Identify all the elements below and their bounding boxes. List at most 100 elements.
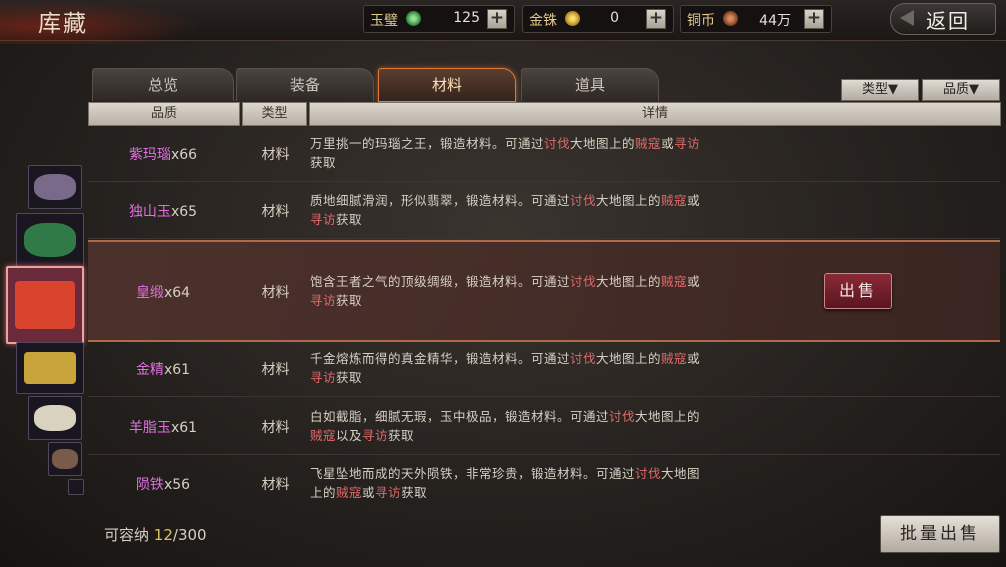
bulk-sell-button[interactable]: 批量出售 <box>880 515 1000 553</box>
material-row[interactable]: 陨铁x56 材料 飞星坠地而成的天外陨铁，非常珍贵，锻造材料。可通过讨伐大地图上的贼… <box>88 455 1000 510</box>
gold-resource: 金铢 0 + <box>522 5 674 33</box>
gold-bar-icon <box>23 352 77 384</box>
material-name-text: 羊脂玉 <box>128 420 171 436</box>
description-link[interactable]: 寻访 <box>310 370 336 385</box>
description-link[interactable]: 贼寇 <box>336 485 362 500</box>
description-link[interactable]: 讨伐 <box>544 136 570 151</box>
description-text: 千金熔炼而得的真金精华，锻造材料。可通过 <box>310 351 571 366</box>
material-count: x56 <box>163 476 191 493</box>
material-name-text: 皇缎 <box>135 285 164 301</box>
tab-overview[interactable]: 总览 <box>92 68 234 101</box>
description-link[interactable]: 寻访 <box>310 212 336 227</box>
capacity-label: 可容纳 <box>104 526 150 544</box>
description-text: 获取 <box>336 293 363 308</box>
description-link[interactable]: 寻访 <box>674 136 700 151</box>
jade-value: 125 <box>453 10 480 26</box>
tab-items[interactable]: 道具 <box>521 68 659 101</box>
material-name-text: 金精 <box>135 362 164 378</box>
material-description: 质地细腻滑润，形似翡翠，锻造材料。可通过讨伐大地图上的贼寇或寻访获取 <box>310 191 710 229</box>
description-link[interactable]: 寻访 <box>362 428 388 443</box>
add-gold-button[interactable]: + <box>646 9 666 29</box>
capacity-used: 12 <box>153 526 173 544</box>
description-link[interactable]: 贼寇 <box>661 274 687 289</box>
copper-resource: 铜币 44万 + <box>680 5 832 33</box>
material-description: 万里挑一的玛瑙之王，锻造材料。可通过讨伐大地图上的贼寇或寻访获取 <box>310 134 710 172</box>
description-text: 或 <box>362 484 376 500</box>
description-link[interactable]: 寻访 <box>375 485 401 500</box>
material-row[interactable]: 羊脂玉x61 材料 白如截脂，细腻无瑕，玉中极品，锻造材料。可通过讨伐大地图上的贼寇… <box>88 398 1000 455</box>
quality-filter-dropdown[interactable]: 品质▼ <box>922 79 1000 101</box>
description-text: 飞星坠地而成的天外陨铁，非常珍贵，锻造材料。可通过 <box>310 465 636 481</box>
jade-icon <box>23 223 77 257</box>
back-label: 返回 <box>926 9 970 33</box>
thumb-item-selected[interactable] <box>6 266 84 344</box>
back-button[interactable]: 返回 <box>890 3 996 35</box>
description-link[interactable]: 讨伐 <box>635 466 661 481</box>
description-link[interactable]: 贼寇 <box>635 136 661 151</box>
description-text: 获取 <box>401 484 428 500</box>
description-link[interactable]: 寻访 <box>310 293 336 308</box>
material-type: 材料 <box>261 420 290 436</box>
materials-list[interactable]: 紫玛瑙x66 材料 万里挑一的玛瑙之王，锻造材料。可通过讨伐大地图上的贼寇或寻访获取… <box>88 125 1000 510</box>
material-row[interactable]: 金精x61 材料 千金熔炼而得的真金精华，锻造材料。可通过讨伐大地图上的贼寇或寻访获… <box>88 340 1000 397</box>
silk-icon <box>15 281 75 329</box>
tab-equipment[interactable]: 装备 <box>236 68 374 101</box>
material-type: 材料 <box>261 362 290 378</box>
mutton-jade-icon <box>34 404 76 432</box>
thumb-item[interactable] <box>28 396 82 440</box>
description-link[interactable]: 讨伐 <box>609 409 635 424</box>
thumb-item[interactable] <box>16 342 84 394</box>
thumb-item[interactable] <box>16 213 84 267</box>
material-name: 独山玉x65 <box>88 201 238 221</box>
material-name: 陨铁x56 <box>88 474 238 494</box>
description-text: 大地图上的 <box>596 274 662 289</box>
material-row[interactable]: 独山玉x65 材料 质地细腻滑润，形似翡翠，锻造材料。可通过讨伐大地图上的贼寇或寻访… <box>88 182 1000 239</box>
description-text: 获取 <box>336 370 363 385</box>
description-text: 大地图上的 <box>635 409 701 424</box>
material-name-text: 独山玉 <box>128 204 171 220</box>
capacity-text: 可容纳 12/300 <box>104 524 207 545</box>
sell-button[interactable]: 出售 <box>824 273 892 309</box>
add-jade-button[interactable]: + <box>487 9 507 29</box>
type-filter-dropdown[interactable]: 类型▼ <box>841 79 919 101</box>
description-link[interactable]: 讨伐 <box>570 351 596 366</box>
page-title: 库藏 <box>38 11 88 37</box>
agate-icon <box>34 173 76 201</box>
material-count: x61 <box>170 420 198 436</box>
description-link[interactable]: 讨伐 <box>570 274 596 289</box>
copper-coin-icon <box>723 11 738 26</box>
description-text: 或 <box>661 136 675 151</box>
add-copper-button[interactable]: + <box>804 9 824 29</box>
item-thumbnail-strip <box>6 165 90 505</box>
gold-coin-icon <box>565 11 580 26</box>
description-link[interactable]: 讨伐 <box>570 193 596 208</box>
copper-value: 44万 <box>759 13 791 29</box>
tab-materials[interactable]: 材料 <box>378 68 516 102</box>
description-text: 或 <box>687 193 701 208</box>
material-name-text: 紫玛瑙 <box>128 147 171 163</box>
description-text: 以及 <box>336 428 363 443</box>
material-type: 材料 <box>261 285 290 301</box>
material-type: 材料 <box>261 147 290 163</box>
description-link[interactable]: 贼寇 <box>661 193 687 208</box>
back-arrow-icon <box>900 10 914 26</box>
column-type: 类型 <box>242 102 307 126</box>
material-type: 材料 <box>261 204 290 220</box>
material-row-selected[interactable]: 皇缎x64 材料 饱含王者之气的顶级绸缎，锻造材料。可通过讨伐大地图上的贼寇或寻访获… <box>88 240 1000 342</box>
material-description: 白如截脂，细腻无瑕，玉中极品，锻造材料。可通过讨伐大地图上的贼寇以及寻访获取 <box>310 407 710 445</box>
description-link[interactable]: 贼寇 <box>661 351 687 366</box>
meteor-iron-icon <box>52 448 78 470</box>
description-text: 大地图上的 <box>570 136 636 151</box>
description-text: 获取 <box>388 428 415 443</box>
description-text: 白如截脂，细腻无瑕，玉中极品，锻造材料。可通过 <box>310 409 610 424</box>
title-glow <box>0 0 200 44</box>
material-count: x64 <box>163 285 191 301</box>
description-link[interactable]: 贼寇 <box>310 428 336 443</box>
thumb-item[interactable] <box>28 165 82 209</box>
thumb-item[interactable] <box>68 479 84 495</box>
material-row[interactable]: 紫玛瑙x66 材料 万里挑一的玛瑙之王，锻造材料。可通过讨伐大地图上的贼寇或寻访获取 <box>88 125 1000 182</box>
thumb-item[interactable] <box>48 442 82 476</box>
column-detail: 详情 <box>309 102 1001 126</box>
material-description: 千金熔炼而得的真金精华，锻造材料。可通过讨伐大地图上的贼寇或寻访获取 <box>310 349 710 387</box>
material-name: 皇缎x64 <box>88 282 238 302</box>
